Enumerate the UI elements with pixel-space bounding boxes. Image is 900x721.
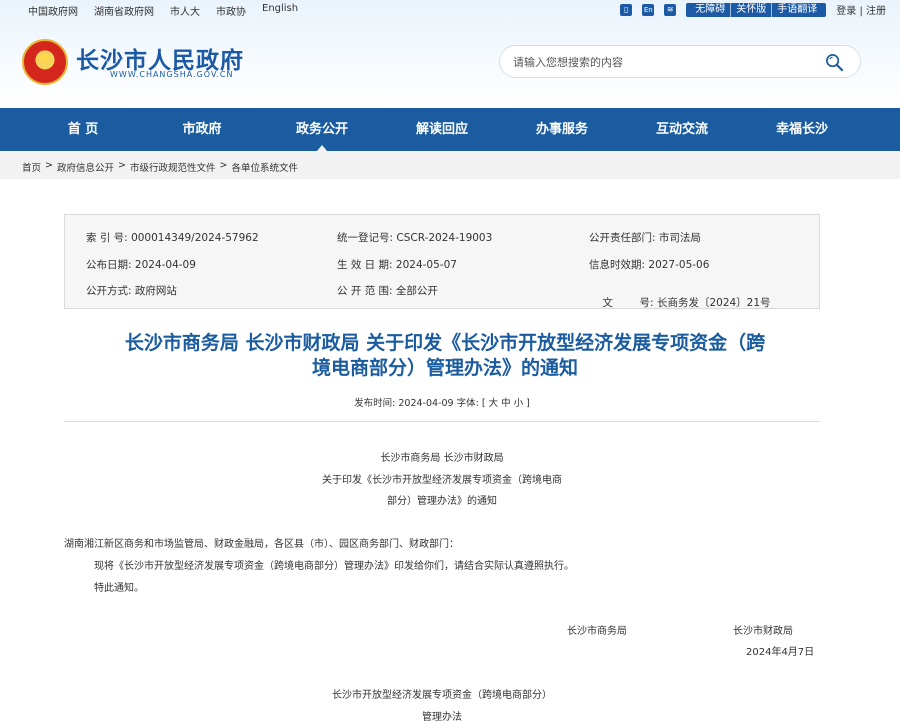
breadcrumb-dept-docs[interactable]: 各单位系统文件	[231, 160, 298, 174]
document-meta-box: 索 引 号: 000014349/2024-57962 统一登记号: CSCR-…	[64, 214, 820, 309]
national-emblem-icon[interactable]	[22, 39, 68, 85]
top-right-tools: ▯ En ≋ 无障碍 关怀版 手语翻译 登录 | 注册	[620, 2, 886, 17]
meta-disclosure-scope: 公 开 范 围: 全部公开	[337, 283, 438, 298]
document-title: 长沙市商务局 长沙市财政局 关于印发《长沙市开放型经济发展专项资金（跨 境电商部…	[60, 331, 830, 381]
meta-label: 公开方式:	[86, 285, 132, 297]
nav-happy-changsha[interactable]: 幸福长沙	[749, 108, 855, 151]
link-npc[interactable]: 市人大	[170, 3, 200, 18]
breadcrumb-sep: >	[118, 160, 126, 171]
meta-value: 2024-04-09	[134, 259, 196, 271]
meta-value: 000014349/2024-57962	[131, 232, 259, 244]
meta-label: 公布日期:	[86, 259, 132, 271]
doc-date: 2024年4月7日	[746, 647, 815, 658]
nav-interaction[interactable]: 互动交流	[629, 108, 735, 151]
rss-icon[interactable]: ≋	[664, 3, 677, 16]
meta-responsible-dept: 公开责任部门: 市司法局	[589, 230, 701, 245]
doc-heading-line: 部分）管理办法》的通知	[387, 496, 497, 507]
meta-document-number: 文 号: 长商务发〔2024〕21号	[589, 283, 771, 322]
breadcrumb: 首页 > 政府信息公开 > 市级行政规范性文件 > 各单位系统文件	[22, 160, 298, 174]
meta-publish-date: 公布日期: 2024-04-09	[86, 257, 196, 272]
meta-value: CSCR-2024-19003	[396, 232, 493, 244]
nav-services[interactable]: 办事服务	[509, 108, 615, 151]
doc-paragraph: 特此通知。	[94, 583, 144, 594]
breadcrumb-home[interactable]: 首页	[22, 160, 41, 174]
font-size-controls[interactable]: [ 大 中 小 ]	[482, 398, 530, 409]
link-cppcc[interactable]: 市政协	[216, 3, 246, 18]
register-link[interactable]: 注册	[866, 6, 886, 17]
meta-label: 信息时效期:	[589, 259, 646, 271]
meta-value: 2024-05-07	[395, 259, 457, 271]
breadcrumb-normative-docs[interactable]: 市级行政规范性文件	[130, 160, 216, 174]
doc-heading-line: 长沙市商务局 长沙市财政局	[380, 453, 504, 464]
publish-time-label: 发布时间:	[354, 398, 396, 409]
meta-value: 市司法局	[658, 232, 701, 244]
search-input[interactable]	[513, 54, 813, 70]
nav-home[interactable]: 首 页	[30, 108, 136, 151]
meta-registration-number: 统一登记号: CSCR-2024-19003	[337, 230, 492, 245]
nav-gov-affairs[interactable]: 政务公开	[269, 108, 375, 151]
link-english[interactable]: English	[262, 3, 298, 18]
doc-heading-line: 关于印发《长沙市开放型经济发展专项资金（跨境电商	[322, 475, 562, 486]
nav-city-gov[interactable]: 市政府	[149, 108, 255, 151]
doc-recipients: 湖南湘江新区商务和市场监管局、财政金融局，各区县（市）、园区商务部门、财政部门：	[64, 539, 459, 550]
meta-value: 长商务发〔2024〕21号	[656, 297, 771, 309]
breadcrumb-info-disclosure[interactable]: 政府信息公开	[57, 160, 114, 174]
meta-label: 文 号:	[602, 297, 654, 309]
search-icon[interactable]	[825, 53, 844, 72]
meta-label: 生 效 日 期:	[337, 259, 393, 271]
meta-index-number: 索 引 号: 000014349/2024-57962	[86, 230, 259, 245]
meta-validity: 信息时效期: 2027-05-06	[589, 257, 709, 272]
link-hunan-gov[interactable]: 湖南省政府网	[94, 3, 154, 18]
care-mode-button[interactable]: 关怀版	[730, 2, 771, 17]
doc-signer-commerce: 长沙市商务局	[567, 626, 627, 637]
document-title-line: 境电商部分）管理办法》的通知	[311, 357, 578, 379]
login-separator: |	[859, 6, 863, 17]
accessibility-bar: 无障碍 关怀版 手语翻译	[686, 2, 827, 17]
meta-value: 全部公开	[395, 285, 438, 297]
main-nav: 首 页 市政府 政务公开 解读回应 办事服务 互动交流 幸福长沙	[0, 108, 900, 151]
link-gov-cn[interactable]: 中国政府网	[28, 3, 78, 18]
attachment-title: 管理办法	[422, 712, 462, 721]
site-url: WWW.CHANGSHA.GOV.CN	[110, 70, 234, 79]
meta-label: 公 开 范 围:	[337, 285, 393, 297]
meta-effective-date: 生 效 日 期: 2024-05-07	[337, 257, 457, 272]
publish-time: 2024-04-09	[398, 398, 454, 409]
meta-disclosure-method: 公开方式: 政府网站	[86, 283, 177, 298]
search-box	[499, 45, 861, 78]
doc-signer-finance: 长沙市财政局	[733, 626, 793, 637]
top-links: 中国政府网 湖南省政府网 市人大 市政协 English	[28, 3, 298, 18]
accessibility-button[interactable]: 无障碍	[690, 3, 730, 17]
breadcrumb-sep: >	[219, 160, 228, 171]
document-title-line: 长沙市商务局 长沙市财政局 关于印发《长沙市开放型经济发展专项资金（跨	[124, 332, 766, 354]
phone-icon[interactable]: ▯	[620, 3, 633, 16]
meta-label: 公开责任部门:	[589, 232, 656, 244]
nav-gov-affairs-label: 政务公开	[295, 122, 348, 137]
meta-value: 政府网站	[134, 285, 177, 297]
nav-interpretation[interactable]: 解读回应	[389, 108, 495, 151]
font-size-label: 字体:	[456, 398, 479, 409]
publish-info: 发布时间: 2024-04-09 字体: [ 大 中 小 ]	[0, 395, 884, 409]
en-icon[interactable]: En	[642, 3, 655, 16]
sign-language-button[interactable]: 手语翻译	[771, 2, 822, 17]
breadcrumb-bar: 首页 > 政府信息公开 > 市级行政规范性文件 > 各单位系统文件	[0, 151, 900, 179]
meta-label: 索 引 号:	[86, 232, 128, 244]
meta-label: 统一登记号:	[337, 232, 394, 244]
doc-paragraph: 现将《长沙市开放型经济发展专项资金（跨境电商部分）管理办法》印发给你们，请结合实…	[94, 561, 574, 572]
breadcrumb-sep: >	[45, 160, 53, 171]
content-divider	[64, 421, 820, 422]
login-link[interactable]: 登录	[836, 6, 856, 17]
meta-value: 2027-05-06	[648, 259, 710, 271]
attachment-title: 长沙市开放型经济发展专项资金（跨境电商部分）	[332, 690, 552, 701]
